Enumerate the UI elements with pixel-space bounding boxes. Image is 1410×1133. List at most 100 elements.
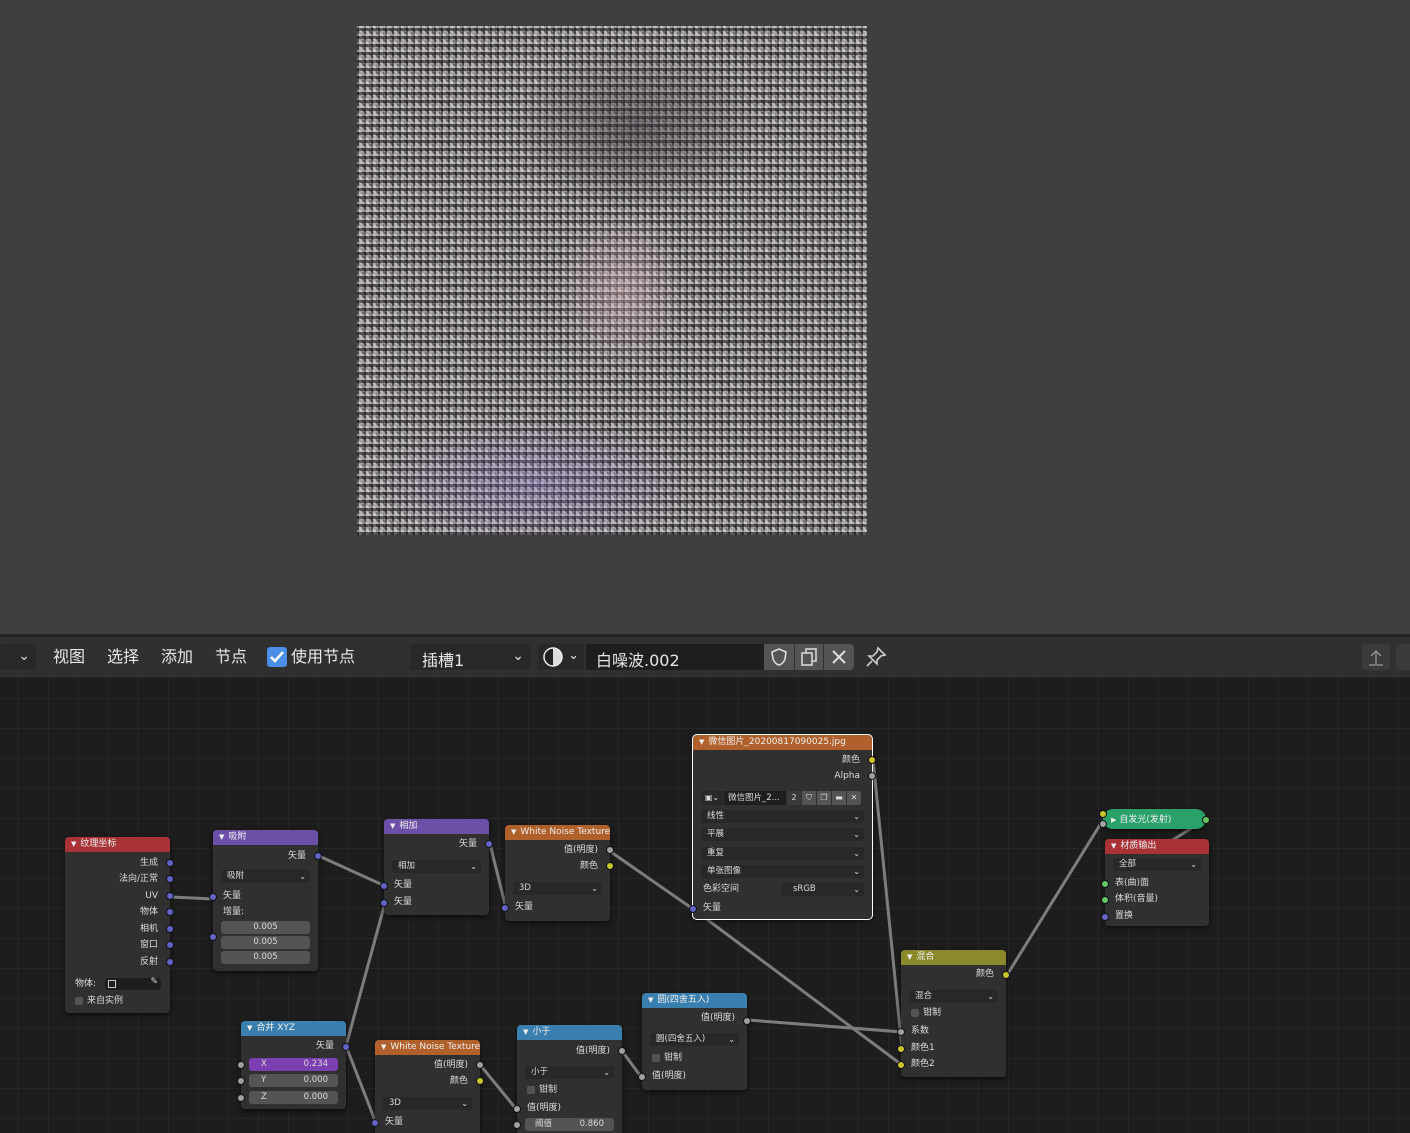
node-header[interactable]: ▼ 小于 [517, 1025, 622, 1040]
output-socket[interactable] [166, 925, 174, 933]
output-socket[interactable] [618, 1047, 626, 1055]
duplicate-icon[interactable]: ❐ [817, 791, 831, 805]
input-socket[interactable] [380, 882, 388, 890]
image-name-field[interactable]: 微信图片_2... [724, 791, 786, 805]
input-socket[interactable] [237, 1094, 245, 1102]
input-socket[interactable] [513, 1121, 521, 1129]
node-white-noise-texture[interactable]: ▼ White Noise Texture 值(明度) 颜色 3D ⌄ 矢量 [501, 825, 614, 921]
node-header[interactable]: ▶ 自发光(发射) [1111, 812, 1171, 825]
node-combine-xyz[interactable]: ▼ 合并 XYZ 矢量 X 0.234 Y 0.000 Z 0.000 [237, 1021, 350, 1109]
node-header[interactable]: ▼ White Noise Texture [505, 825, 610, 840]
output-socket[interactable] [166, 908, 174, 916]
output-socket[interactable] [166, 941, 174, 949]
node-header[interactable]: ▼ 合并 XYZ [241, 1021, 346, 1036]
node-header[interactable]: ▼ 材质输出 [1105, 839, 1209, 854]
node-header[interactable]: ▼ 纹理坐标 [65, 837, 170, 852]
output-socket[interactable] [868, 772, 876, 780]
operation-dropdown[interactable]: 相加 ⌄ [392, 860, 481, 873]
input-socket[interactable] [237, 1061, 245, 1069]
input-socket[interactable] [897, 1045, 905, 1053]
slot-dropdown[interactable]: 插槽1 ⌄ [410, 644, 530, 670]
node-header[interactable]: ▼ White Noise Texture [375, 1040, 480, 1055]
input-socket[interactable] [1099, 820, 1107, 828]
node-emission[interactable]: ▶ 自发光(发射) [1099, 809, 1210, 829]
output-socket[interactable] [1202, 816, 1210, 824]
clamp-checkbox[interactable]: 钳制 [911, 1006, 941, 1020]
clamp-checkbox[interactable]: 钳制 [652, 1051, 682, 1065]
menu-view[interactable]: 视图 [53, 645, 85, 669]
operation-dropdown[interactable]: 吸附 ⌄ [221, 870, 310, 883]
input-socket[interactable] [513, 1105, 521, 1113]
node-material-output[interactable]: ▼ 材质输出 全部 ⌄ 表(曲)面 体积(音量) 置换 [1101, 839, 1209, 926]
dimensions-dropdown[interactable]: 3D ⌄ [513, 882, 602, 895]
image-users-count[interactable]: 2 [787, 791, 801, 805]
node-header[interactable]: ▼ 圆(四舍五入) [642, 993, 747, 1008]
node-header[interactable]: ▼ 相加 [384, 819, 489, 834]
increment-y-field[interactable]: 0.005 [221, 936, 310, 949]
use-nodes-checkbox[interactable] [267, 647, 287, 667]
output-socket[interactable] [868, 756, 876, 764]
from-instancer-checkbox[interactable]: 来自实例 [75, 994, 123, 1008]
output-socket[interactable] [166, 958, 174, 966]
node-header[interactable]: ▼ 微信图片_20200817090025.jpg [693, 735, 872, 750]
operation-dropdown[interactable]: 小于 ⌄ [525, 1066, 614, 1079]
node-math-less-than[interactable]: ▼ 小于 值(明度) 小于 ⌄ 钳制 值(明度) 阈值 0.860 [513, 1025, 626, 1133]
input-socket[interactable] [209, 893, 217, 901]
input-socket[interactable] [371, 1119, 379, 1127]
output-socket[interactable] [606, 862, 614, 870]
node-vector-math-add[interactable]: ▼ 相加 矢量 相加 ⌄ 矢量 矢量 [380, 819, 493, 915]
folder-icon[interactable]: ▬ [832, 791, 846, 805]
operation-dropdown[interactable]: 圆(四舍五入) ⌄ [650, 1033, 739, 1046]
node-mix-rgb[interactable]: ▼ 混合 颜色 混合 ⌄ 钳制 系数 颜色1 颜色2 [897, 950, 1010, 1077]
colorspace-dropdown[interactable]: sRGB ⌄ [781, 883, 864, 896]
output-socket[interactable] [476, 1061, 484, 1069]
fake-user-button[interactable] [764, 644, 794, 670]
x-field[interactable]: X 0.234 [249, 1058, 338, 1071]
unlink-material-button[interactable] [824, 644, 854, 670]
pin-button[interactable] [864, 645, 888, 669]
node-math-round[interactable]: ▼ 圆(四舍五入) 值(明度) 圆(四舍五入) ⌄ 钳制 值(明度) [638, 993, 751, 1090]
input-socket[interactable] [1101, 896, 1109, 904]
node-image-texture[interactable]: ▼ 微信图片_20200817090025.jpg 颜色 Alpha ▣⌄ 微信图… [689, 734, 876, 920]
input-socket[interactable] [897, 1028, 905, 1036]
material-browse-button[interactable]: ⌄ [538, 644, 584, 670]
duplicate-material-button[interactable] [795, 644, 823, 670]
backdrop-toggle-button[interactable] [1396, 644, 1410, 670]
input-socket[interactable] [209, 933, 217, 941]
output-socket[interactable] [314, 852, 322, 860]
editor-type-dropdown[interactable]: ⌄ [0, 644, 36, 670]
image-browse-icon[interactable]: ▣⌄ [701, 791, 723, 805]
menu-add[interactable]: 添加 [161, 645, 193, 669]
output-socket[interactable] [166, 859, 174, 867]
threshold-field[interactable]: 阈值 0.860 [525, 1118, 614, 1131]
input-socket[interactable] [689, 905, 697, 913]
target-dropdown[interactable]: 全部 ⌄ [1113, 858, 1201, 871]
z-field[interactable]: Z 0.000 [249, 1091, 338, 1104]
input-socket[interactable] [638, 1073, 646, 1081]
output-socket[interactable] [743, 1017, 751, 1025]
material-name-field[interactable]: 白噪波.002 [586, 644, 764, 670]
output-socket[interactable] [342, 1043, 350, 1051]
close-icon[interactable]: ✕ [847, 791, 861, 805]
menu-node[interactable]: 节点 [215, 645, 247, 669]
blend-mode-dropdown[interactable]: 混合 ⌄ [909, 990, 998, 1003]
input-socket[interactable] [897, 1061, 905, 1069]
input-socket[interactable] [1101, 913, 1109, 921]
shield-icon[interactable]: ⛉ [802, 791, 816, 805]
input-socket[interactable] [501, 904, 509, 912]
menu-select[interactable]: 选择 [107, 645, 139, 669]
output-socket[interactable] [606, 846, 614, 854]
output-socket[interactable] [476, 1077, 484, 1085]
node-white-noise-texture-2[interactable]: ▼ White Noise Texture 值(明度) 颜色 3D ⌄ 矢量 [371, 1040, 484, 1133]
output-socket[interactable] [485, 840, 493, 848]
increment-x-field[interactable]: 0.005 [221, 921, 310, 934]
node-vector-math-snap[interactable]: ▼ 吸附 矢量 吸附 ⌄ 矢量 增量: 0.005 0.005 0.005 [209, 830, 322, 971]
source-dropdown[interactable]: 单张图像 ⌄ [701, 865, 864, 878]
clamp-checkbox[interactable]: 钳制 [527, 1083, 557, 1097]
extension-dropdown[interactable]: 重复 ⌄ [701, 847, 864, 860]
y-field[interactable]: Y 0.000 [249, 1074, 338, 1087]
node-header[interactable]: ▼ 吸附 [213, 830, 318, 845]
node-texture-coordinate[interactable]: ▼ 纹理坐标 生成 法向/正常 UV 物体 相机 窗口 反射 物体: ✎ 来自实例 [65, 837, 174, 1013]
output-socket[interactable] [166, 892, 174, 900]
object-field[interactable]: ✎ [105, 977, 161, 990]
